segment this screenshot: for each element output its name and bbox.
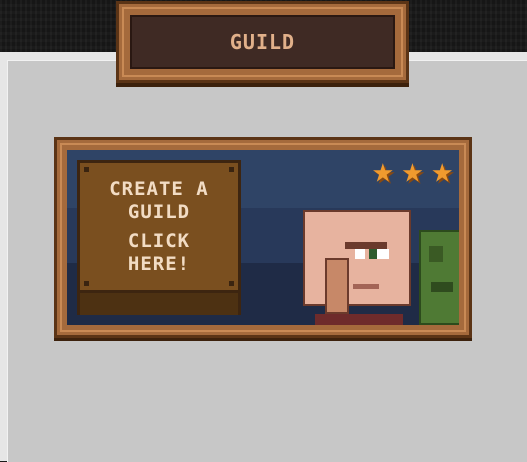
sign-base bbox=[77, 293, 241, 315]
sign-line-guild: GUILD bbox=[127, 200, 191, 223]
nail-icon bbox=[84, 167, 89, 172]
villager-robe bbox=[315, 314, 403, 325]
villager-nose bbox=[325, 258, 349, 314]
create-guild-card[interactable]: CREATE A GUILD CLICK HERE! ★ ★ ★ bbox=[54, 137, 472, 338]
star-icon: ★ bbox=[431, 150, 453, 191]
nail-icon bbox=[229, 167, 234, 172]
title-inner: GUILD bbox=[130, 15, 395, 69]
title-plate: GUILD bbox=[116, 1, 409, 83]
zombie-illustration bbox=[419, 230, 459, 325]
star-icon: ★ bbox=[371, 150, 394, 191]
star-rating: ★ ★ ★ bbox=[372, 152, 453, 190]
sign-line-here: HERE! bbox=[127, 252, 191, 275]
sign-line-click: CLICK bbox=[127, 229, 191, 252]
nail-icon bbox=[84, 281, 89, 286]
villager-illustration bbox=[303, 210, 413, 325]
villager-head bbox=[303, 210, 411, 314]
page-title: GUILD bbox=[229, 30, 296, 54]
star-icon: ★ bbox=[401, 150, 424, 191]
sign-line-create: CREATE A bbox=[109, 177, 209, 200]
create-guild-sign[interactable]: CREATE A GUILD CLICK HERE! bbox=[77, 160, 241, 293]
nail-icon bbox=[229, 281, 234, 286]
guild-scene: CREATE A GUILD CLICK HERE! ★ ★ ★ bbox=[67, 150, 459, 325]
